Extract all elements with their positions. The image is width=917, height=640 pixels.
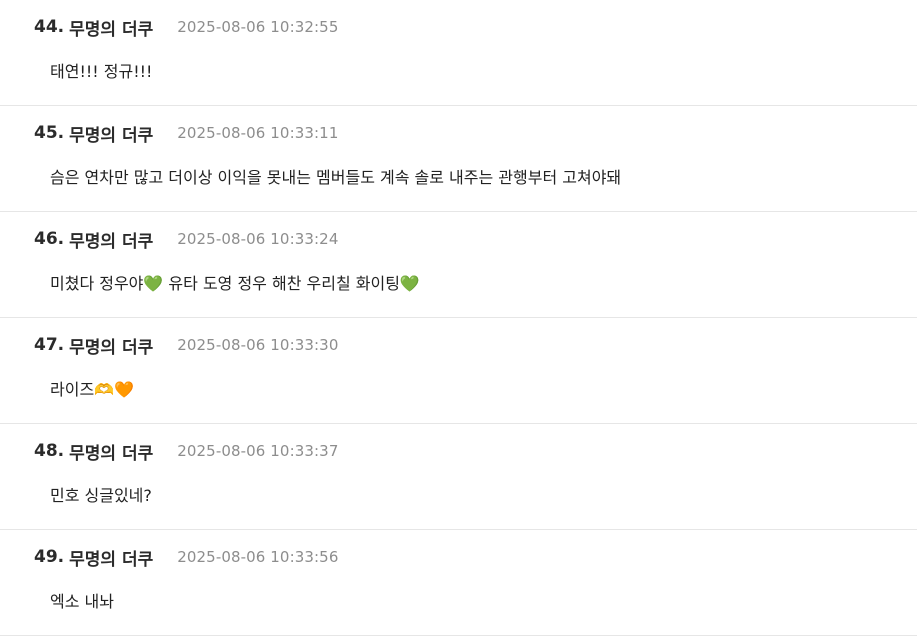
comment-item: 47. 무명의 더쿠 2025-08-06 10:33:30 라이즈🫶🧡	[0, 318, 917, 424]
comment-timestamp: 2025-08-06 10:33:30	[177, 336, 339, 354]
comment-item: 46. 무명의 더쿠 2025-08-06 10:33:24 미쳤다 정우야💚 …	[0, 212, 917, 318]
comment-author[interactable]: 무명의 더쿠	[69, 439, 153, 464]
comment-timestamp: 2025-08-06 10:32:55	[177, 18, 339, 36]
comment-header: 44. 무명의 더쿠 2025-08-06 10:32:55	[34, 14, 338, 40]
comment-number: 49.	[34, 547, 65, 567]
comment-number: 44.	[34, 17, 65, 37]
comment-author[interactable]: 무명의 더쿠	[69, 15, 153, 40]
comment-author[interactable]: 무명의 더쿠	[69, 545, 153, 570]
comment-item: 44. 무명의 더쿠 2025-08-06 10:32:55 태연!!! 정규!…	[0, 0, 917, 106]
comment-timestamp: 2025-08-06 10:33:37	[177, 442, 339, 460]
comment-number: 47.	[34, 335, 65, 355]
comment-author[interactable]: 무명의 더쿠	[69, 121, 153, 146]
comment-text: 태연!!! 정규!!!	[50, 62, 153, 81]
comment-text: 민호 싱글있네?	[50, 486, 152, 505]
comment-item: 49. 무명의 더쿠 2025-08-06 10:33:56 엑소 내놔	[0, 530, 917, 636]
comment-timestamp: 2025-08-06 10:33:24	[177, 230, 339, 248]
comment-author[interactable]: 무명의 더쿠	[69, 333, 153, 358]
comment-header: 45. 무명의 더쿠 2025-08-06 10:33:11	[34, 120, 338, 146]
comment-text: 라이즈🫶🧡	[50, 380, 135, 399]
comment-number: 46.	[34, 229, 65, 249]
comment-text: 엑소 내놔	[50, 592, 114, 611]
comment-list: 44. 무명의 더쿠 2025-08-06 10:32:55 태연!!! 정규!…	[0, 0, 917, 640]
comment-author[interactable]: 무명의 더쿠	[69, 227, 153, 252]
comment-timestamp: 2025-08-06 10:33:11	[177, 124, 339, 142]
comment-header: 47. 무명의 더쿠 2025-08-06 10:33:30	[34, 332, 338, 358]
comment-item: 45. 무명의 더쿠 2025-08-06 10:33:11 슴은 연차만 많고…	[0, 106, 917, 212]
comment-header: 48. 무명의 더쿠 2025-08-06 10:33:37	[34, 438, 338, 464]
comment-text: 미쳤다 정우야💚 유타 도영 정우 해찬 우리칠 화이팅💚	[50, 274, 420, 293]
comment-header: 49. 무명의 더쿠 2025-08-06 10:33:56	[34, 544, 338, 570]
comment-header: 46. 무명의 더쿠 2025-08-06 10:33:24	[34, 226, 338, 252]
comment-text: 슴은 연차만 많고 더이상 이익을 못내는 멤버들도 계속 솔로 내주는 관행부…	[50, 168, 622, 187]
comment-number: 45.	[34, 123, 65, 143]
comment-timestamp: 2025-08-06 10:33:56	[177, 548, 339, 566]
comment-item: 48. 무명의 더쿠 2025-08-06 10:33:37 민호 싱글있네?	[0, 424, 917, 530]
comment-number: 48.	[34, 441, 65, 461]
